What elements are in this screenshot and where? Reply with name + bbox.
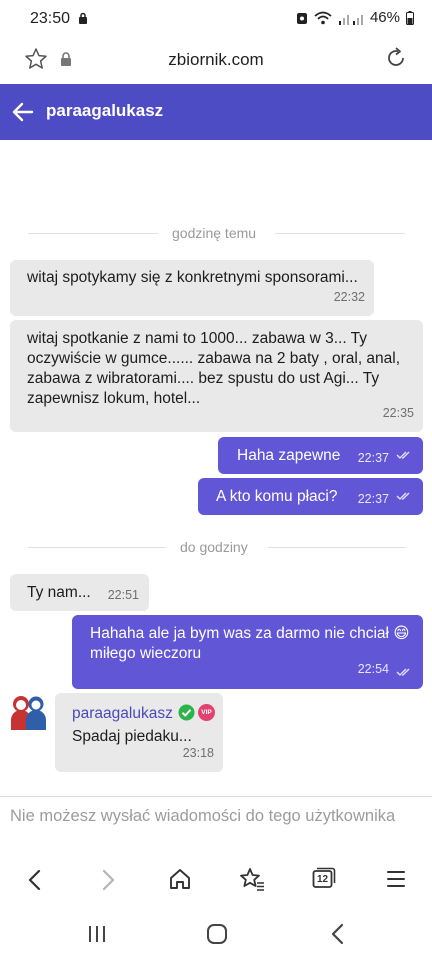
battery-icon (406, 10, 414, 25)
bookmarks-icon[interactable] (239, 867, 265, 891)
date-divider: godzinę temu (0, 223, 432, 243)
alarm-icon (296, 12, 307, 24)
message-time: 22:35 (382, 406, 414, 420)
lock-icon (79, 12, 87, 24)
message-outgoing[interactable]: Hahaha ale ja bym was za darmo nie chcia… (72, 615, 423, 689)
message-incoming[interactable]: paraagalukasz VIP Spadaj piedaku... 23:1… (55, 693, 223, 772)
read-ticks-icon (396, 668, 410, 676)
verified-check-icon (178, 704, 195, 721)
status-bar: 23:50 46% (0, 0, 432, 38)
system-nav-bar (0, 908, 432, 960)
message-outgoing[interactable]: Haha zapewne 22:37 (218, 437, 423, 474)
message-incoming[interactable]: witaj spotkanie z nami to 1000... zabawa… (10, 320, 423, 432)
system-back-icon[interactable] (328, 923, 348, 945)
message-incoming[interactable]: Ty nam... 22:51 (10, 574, 149, 611)
battery-percent: 46% (369, 9, 400, 26)
home-button-icon[interactable] (206, 923, 228, 945)
wifi-icon (314, 11, 332, 24)
reload-icon[interactable] (384, 46, 408, 70)
message-text: Ty nam... (27, 584, 91, 601)
date-divider-label: do godziny (180, 539, 248, 555)
composer-disabled-notice: Nie możesz wysłać wiadomości do tego uży… (0, 796, 432, 853)
message-incoming[interactable]: witaj spotykamy się z konkretnymi sponso… (10, 260, 374, 316)
message-time: 22:37 (357, 451, 389, 465)
sender-name[interactable]: paraagalukasz (72, 704, 173, 724)
message-time: 22:32 (333, 290, 365, 304)
message-time: 22:51 (107, 588, 139, 602)
status-indicators: 46% (296, 9, 414, 26)
browser-toolbar: 12 (0, 852, 432, 908)
back-arrow-icon[interactable] (12, 101, 34, 123)
message-outgoing[interactable]: A kto komu płaci? 22:37 (198, 478, 423, 515)
vip-badge: VIP (198, 704, 215, 721)
message-time: 22:54 (357, 662, 389, 676)
message-text: Spadaj piedaku... (72, 728, 192, 745)
tabs-button[interactable]: 12 (312, 867, 336, 889)
browser-url-bar: zbiornik.com (0, 38, 432, 84)
message-text: Hahaha ale ja bym was za darmo nie chcia… (90, 625, 410, 662)
message-text: Haha zapewne (237, 447, 341, 464)
message-text: A kto komu płaci? (216, 488, 338, 505)
date-divider: do godziny (0, 537, 432, 557)
avatar[interactable] (9, 692, 47, 730)
menu-icon[interactable] (386, 869, 406, 889)
recents-icon[interactable] (87, 924, 107, 944)
message-time: 23:18 (182, 746, 214, 760)
status-time: 23:50 (30, 10, 71, 27)
read-ticks-icon (396, 451, 410, 459)
url-text[interactable]: zbiornik.com (0, 50, 432, 70)
message-text: witaj spotkanie z nami to 1000... zabawa… (27, 330, 401, 407)
browser-forward-icon[interactable] (98, 869, 118, 891)
notice-text: Nie możesz wysłać wiadomości do tego uży… (10, 807, 396, 825)
read-ticks-icon (396, 492, 410, 500)
home-icon[interactable] (168, 867, 192, 891)
tabs-count: 12 (316, 874, 329, 885)
date-divider-label: godzinę temu (172, 225, 257, 241)
browser-back-icon[interactable] (25, 869, 45, 891)
chat-title: paraagalukasz (46, 101, 164, 120)
message-text: witaj spotykamy się z konkretnymi sponso… (27, 269, 358, 286)
message-time: 22:37 (357, 492, 389, 506)
chat-header: paraagalukasz (0, 84, 432, 140)
signal-icon (338, 14, 363, 25)
